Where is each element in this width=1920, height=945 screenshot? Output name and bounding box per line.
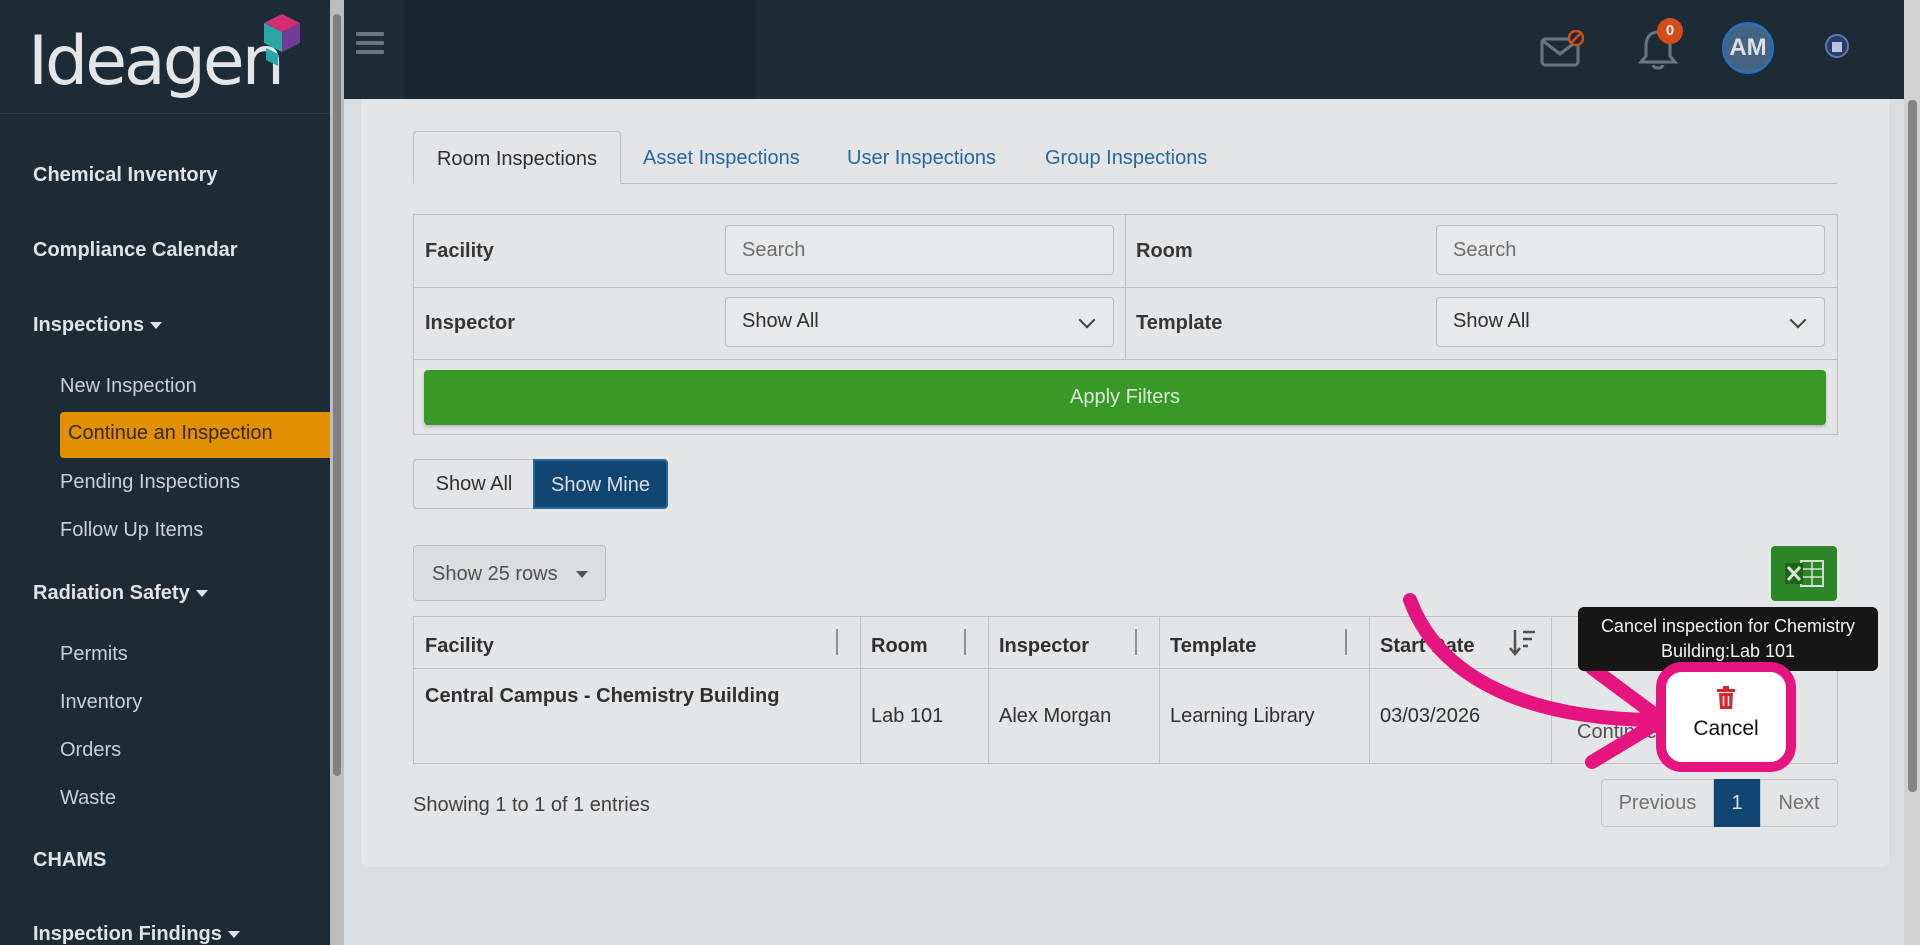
trash-icon bbox=[1717, 686, 1735, 709]
sort-icon[interactable] bbox=[1132, 627, 1142, 657]
user-menu-icon[interactable] bbox=[1824, 34, 1850, 62]
sort-icon[interactable] bbox=[833, 627, 843, 657]
brand-logo[interactable]: Ideagen bbox=[0, 0, 330, 114]
caret-down-icon bbox=[150, 322, 163, 330]
template-selected-value: Show All bbox=[1453, 310, 1530, 332]
sidebar-item-permits[interactable]: Permits bbox=[60, 643, 128, 666]
caret-down-icon bbox=[576, 571, 588, 578]
sidebar-item-waste[interactable]: Waste bbox=[60, 787, 116, 810]
column-header-inspector[interactable]: Inspector bbox=[999, 635, 1089, 658]
column-header-room[interactable]: Room bbox=[871, 635, 928, 658]
column-header-template[interactable]: Template bbox=[1170, 635, 1256, 658]
sidebar-item-orders[interactable]: Orders bbox=[60, 739, 121, 762]
sidebar-scrollbar-thumb[interactable] bbox=[333, 14, 341, 776]
facility-search-input[interactable]: Search bbox=[725, 225, 1114, 275]
table-column-divider bbox=[860, 617, 861, 763]
sidebar-item-pending-inspections[interactable]: Pending Inspections bbox=[60, 471, 240, 494]
sidebar-item-label: Inspection Findings bbox=[33, 923, 222, 945]
template-label: Template bbox=[1136, 312, 1223, 334]
sidebar-item-inspections[interactable]: Inspections bbox=[33, 314, 163, 337]
caret-down-icon bbox=[227, 931, 240, 939]
filter-divider bbox=[1125, 215, 1126, 359]
sidebar-item-label: Radiation Safety bbox=[33, 582, 190, 604]
sidebar-item-radiation-safety[interactable]: Radiation Safety bbox=[33, 582, 208, 605]
column-header-facility[interactable]: Facility bbox=[425, 635, 494, 658]
sidebar-item-compliance-calendar[interactable]: Compliance Calendar bbox=[33, 239, 238, 262]
sidebar: Ideagen Chemical Inventory Compliance Ca… bbox=[0, 0, 330, 945]
tab-user-inspections[interactable]: User Inspections bbox=[847, 131, 996, 184]
next-page-button[interactable]: Next bbox=[1760, 779, 1838, 827]
brand-name: Ideagen bbox=[28, 22, 285, 101]
rows-per-page-dropdown[interactable]: Show 25 rows bbox=[413, 545, 606, 601]
excel-icon bbox=[1785, 560, 1824, 587]
sidebar-item-continue-inspection[interactable]: Continue an Inspection bbox=[60, 412, 330, 458]
chevron-down-icon bbox=[1078, 311, 1096, 329]
tab-group-inspections[interactable]: Group Inspections bbox=[1045, 131, 1207, 184]
sidebar-item-label: Inspections bbox=[33, 314, 145, 336]
cancel-label: Cancel bbox=[1693, 717, 1759, 740]
tab-room-inspections[interactable]: Room Inspections bbox=[413, 131, 621, 184]
cell-inspector: Alex Morgan bbox=[999, 705, 1112, 727]
sort-icon[interactable] bbox=[1342, 627, 1352, 657]
sidebar-item-chemical-inventory[interactable]: Chemical Inventory bbox=[33, 164, 218, 187]
mail-blocked-icon[interactable] bbox=[1540, 30, 1584, 70]
apply-filters-button[interactable]: Apply Filters bbox=[424, 370, 1826, 425]
tab-asset-inspections[interactable]: Asset Inspections bbox=[643, 131, 800, 184]
caret-down-icon bbox=[195, 590, 208, 598]
cell-room: Lab 101 bbox=[871, 705, 944, 727]
room-search-input[interactable]: Search bbox=[1436, 225, 1825, 275]
cancel-inspection-button[interactable]: Cancel bbox=[1666, 672, 1786, 762]
cell-facility: Central Campus - Chemistry Building bbox=[425, 685, 780, 707]
sort-icon[interactable] bbox=[961, 627, 971, 657]
sidebar-item-inspection-findings[interactable]: Inspection Findings bbox=[33, 923, 240, 945]
previous-page-button[interactable]: Previous bbox=[1601, 779, 1714, 827]
table-column-divider bbox=[988, 617, 989, 763]
chevron-down-icon bbox=[1789, 311, 1807, 329]
table-info: Showing 1 to 1 of 1 entries bbox=[413, 794, 650, 816]
table-column-divider bbox=[1159, 617, 1160, 763]
cell-template: Learning Library bbox=[1170, 705, 1315, 727]
show-all-toggle[interactable]: Show All bbox=[413, 459, 535, 509]
filter-divider bbox=[414, 359, 1837, 360]
sidebar-item-new-inspection[interactable]: New Inspection bbox=[60, 375, 197, 398]
inspector-label: Inspector bbox=[425, 312, 516, 334]
inspector-select[interactable]: Show All bbox=[725, 297, 1114, 347]
rows-per-page-label: Show 25 rows bbox=[432, 563, 558, 585]
table-column-divider bbox=[1369, 617, 1370, 763]
sidebar-item-inventory[interactable]: Inventory bbox=[60, 691, 142, 714]
logo-cube-icon bbox=[264, 14, 300, 66]
page-1-button[interactable]: 1 bbox=[1714, 779, 1760, 827]
excel-export-button[interactable] bbox=[1771, 546, 1837, 601]
template-select[interactable]: Show All bbox=[1436, 297, 1825, 347]
page-scrollbar-thumb[interactable] bbox=[1908, 100, 1917, 792]
user-avatar[interactable]: AM bbox=[1722, 22, 1774, 74]
inspector-selected-value: Show All bbox=[742, 310, 819, 332]
hamburger-menu-icon[interactable] bbox=[356, 32, 384, 54]
room-label: Room bbox=[1136, 240, 1193, 262]
notification-badge: 0 bbox=[1657, 18, 1683, 44]
show-mine-toggle[interactable]: Show Mine bbox=[533, 459, 668, 509]
sidebar-item-chams[interactable]: CHAMS bbox=[33, 849, 106, 872]
sidebar-item-follow-up-items[interactable]: Follow Up Items bbox=[60, 519, 203, 542]
header-panel bbox=[404, 0, 756, 99]
facility-label: Facility bbox=[425, 240, 494, 262]
